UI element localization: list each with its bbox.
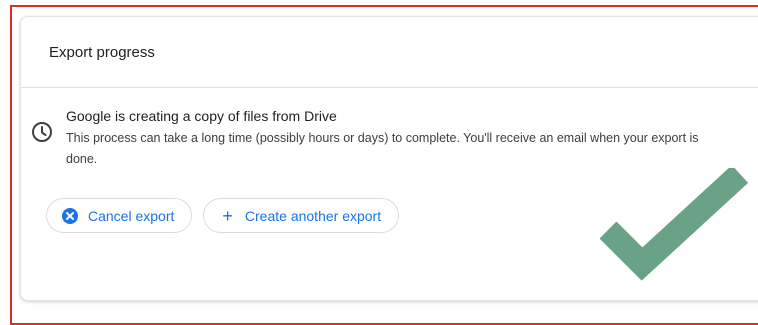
create-another-export-button[interactable]: + Create another export: [203, 198, 400, 233]
action-buttons: Cancel export + Create another export: [46, 198, 400, 233]
status-title: Google is creating a copy of files from …: [66, 108, 337, 124]
plus-icon: +: [222, 205, 233, 226]
cancel-circle-icon: [61, 207, 79, 225]
cancel-export-label: Cancel export: [88, 207, 175, 224]
checkmark-icon: [600, 168, 749, 281]
clock-icon: [30, 120, 54, 144]
export-status: Google is creating a copy of files from …: [30, 106, 706, 170]
status-text: Google is creating a copy of files from …: [66, 106, 706, 170]
card-header: Export progress: [21, 17, 758, 88]
create-another-export-label: Create another export: [244, 207, 382, 224]
card-title: Export progress: [49, 43, 155, 61]
cancel-export-button[interactable]: Cancel export: [46, 198, 193, 233]
status-description: This process can take a long time (possi…: [66, 131, 699, 166]
